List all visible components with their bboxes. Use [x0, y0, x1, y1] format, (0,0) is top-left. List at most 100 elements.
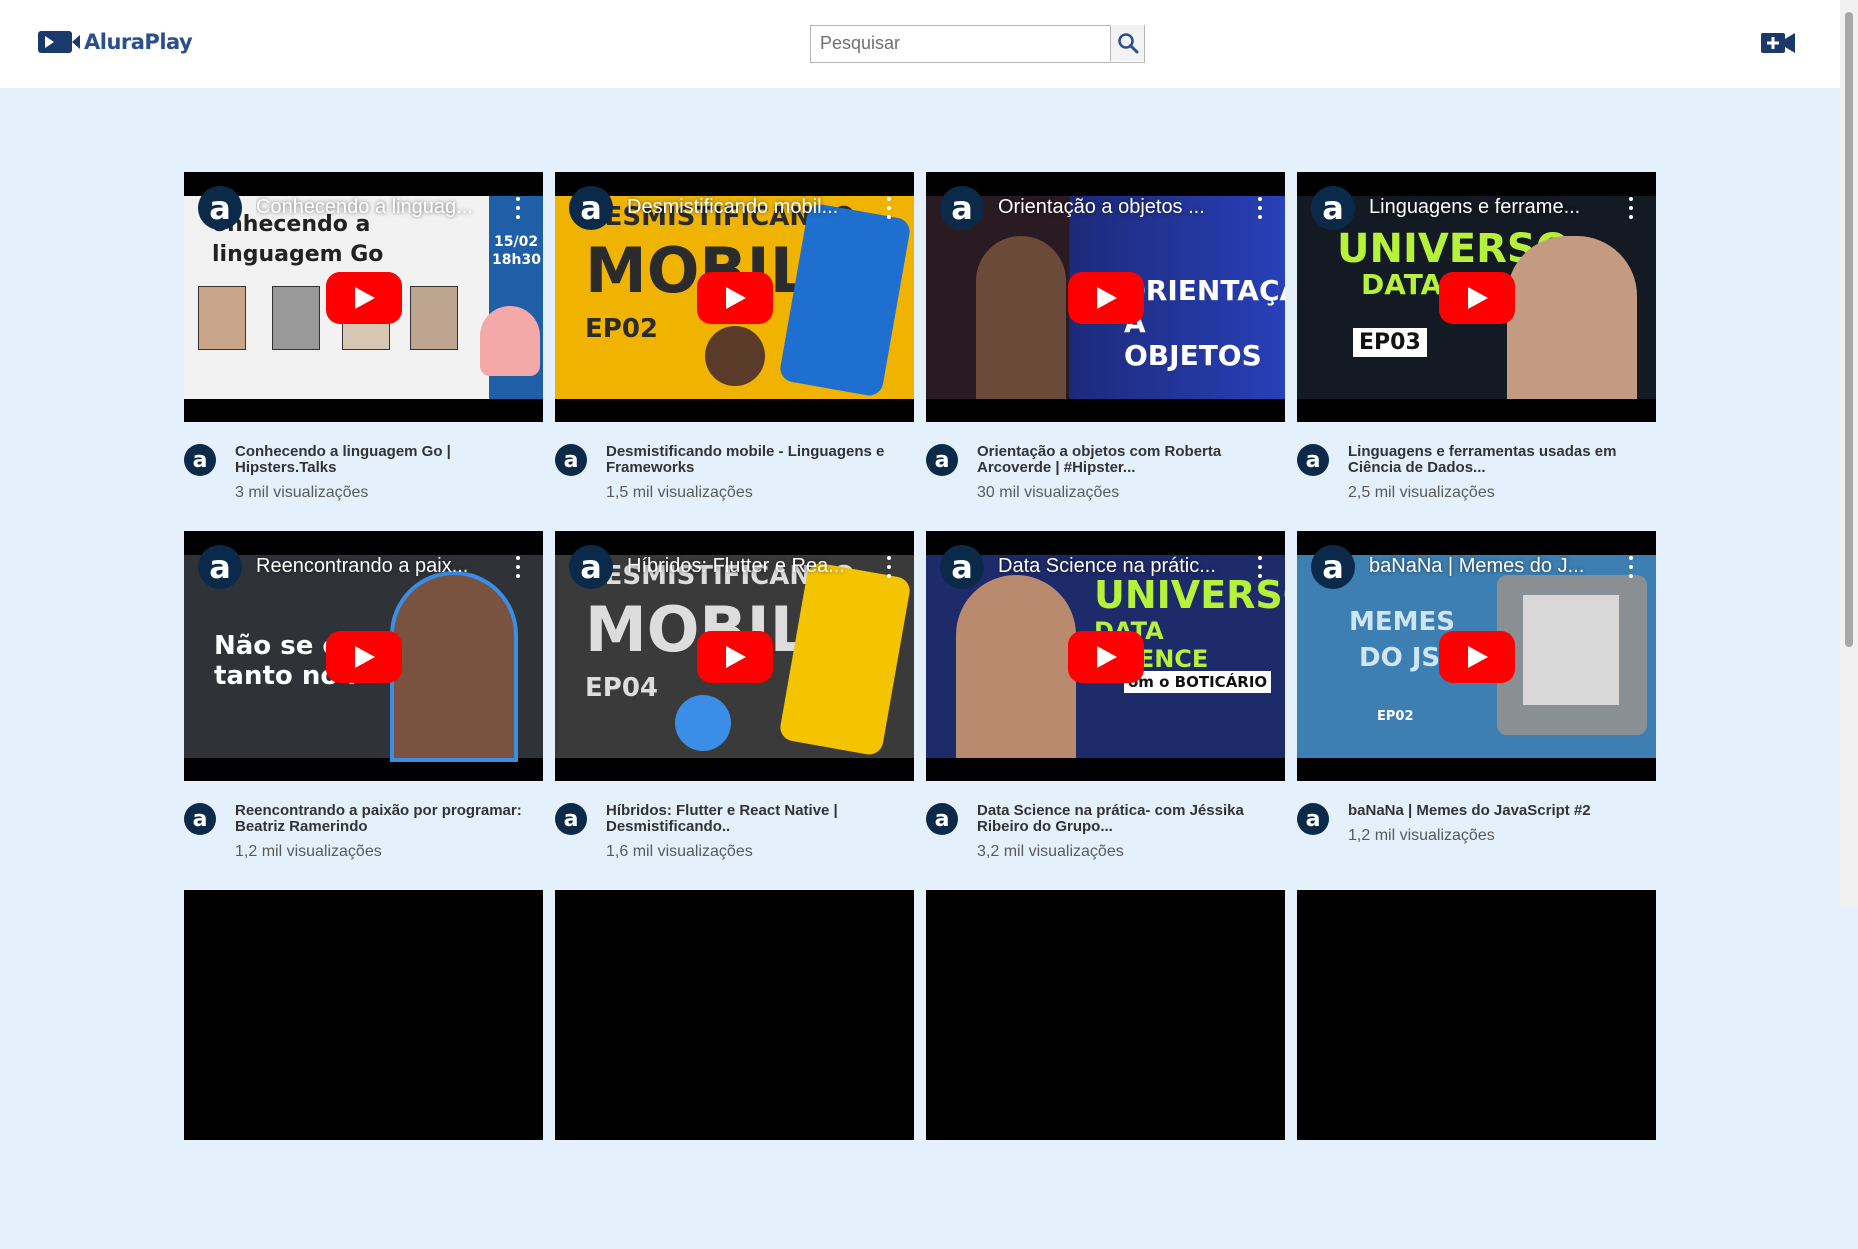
video-player[interactable]: [555, 890, 914, 1140]
video-meta: a Reencontrando a paixão por programar: …: [184, 803, 543, 861]
video-card: ORIENTAÇÃO A OBJETOS a Orientação a obje…: [926, 172, 1285, 531]
thumbnail-text: om o BOTICÁRIO: [1124, 671, 1272, 693]
channel-avatar-icon[interactable]: a: [569, 545, 613, 589]
search-bar: [810, 25, 1145, 63]
speaker-photo: [272, 286, 320, 350]
video-meta: a Conhecendo a linguagem Go | Hipsters.T…: [184, 444, 543, 502]
video-title[interactable]: Orientação a objetos com Roberta Arcover…: [977, 444, 1282, 476]
video-title[interactable]: Desmistificando mobile - Linguagens e Fr…: [606, 444, 911, 476]
play-button[interactable]: [1068, 272, 1144, 324]
channel-avatar-icon[interactable]: a: [198, 545, 242, 589]
channel-avatar-icon[interactable]: a: [184, 444, 216, 476]
channel-avatar-icon[interactable]: a: [1297, 444, 1329, 476]
video-card: [926, 890, 1285, 1249]
more-options-icon[interactable]: [886, 197, 892, 219]
speaker-photo: [394, 575, 514, 758]
video-player[interactable]: [926, 890, 1285, 1140]
video-card: DESMISTIFICANDO MOBILE EP02 a Desmistifi…: [555, 172, 914, 531]
search-button[interactable]: [1110, 25, 1144, 61]
play-button[interactable]: [697, 272, 773, 324]
channel-avatar-icon[interactable]: a: [569, 186, 613, 230]
embed-title[interactable]: Linguagens e ferrame...: [1369, 196, 1599, 219]
video-player[interactable]: [1297, 890, 1656, 1140]
more-options-icon[interactable]: [1628, 197, 1634, 219]
thumbnail-text: UNIVERSO: [1094, 573, 1285, 617]
video-player[interactable]: DESMISTIFICANDO MOBILE EP04 a Híbridos: …: [555, 531, 914, 781]
video-card: [184, 890, 543, 1249]
camera-lens-shape: [72, 35, 80, 49]
video-player[interactable]: MEMES DO JS EP02 a baNaNa | Memes do J..…: [1297, 531, 1656, 781]
video-player[interactable]: [184, 890, 543, 1140]
view-count: 1,2 mil visualizações: [1348, 827, 1495, 844]
video-card: UNIVERSO DATA SC EP03 a Linguagens e fer…: [1297, 172, 1656, 531]
video-meta: a Desmistificando mobile - Linguagens e …: [555, 444, 914, 502]
video-title[interactable]: Data Science na prática- com Jéssika Rib…: [977, 803, 1282, 835]
video-player[interactable]: Não se co tanto no i a Reencontrando a p…: [184, 531, 543, 781]
search-input[interactable]: [811, 26, 1111, 60]
video-meta: a baNaNa | Memes do JavaScript #2 1,2 mi…: [1297, 803, 1656, 845]
page-scrollbar[interactable]: [1840, 0, 1858, 907]
embed-title[interactable]: Desmistificando mobil...: [627, 196, 857, 219]
view-count: 2,5 mil visualizações: [1348, 484, 1495, 501]
play-button[interactable]: [326, 631, 402, 683]
video-title[interactable]: Linguagens e ferramentas usadas em Ciênc…: [1348, 444, 1653, 476]
play-button[interactable]: [1439, 631, 1515, 683]
speaker-photo: [410, 286, 458, 350]
video-player[interactable]: DESMISTIFICANDO MOBILE EP02 a Desmistifi…: [555, 172, 914, 422]
video-card: Não se co tanto no i a Reencontrando a p…: [184, 531, 543, 890]
speaker-photo: [1507, 236, 1637, 399]
add-video-icon[interactable]: [1761, 31, 1795, 55]
scrollbar-thumb[interactable]: [1845, 12, 1853, 647]
play-button[interactable]: [1439, 272, 1515, 324]
video-player[interactable]: UNIVERSO DATA SCIENCE om o BOTICÁRIO a D…: [926, 531, 1285, 781]
thumbnail-text: DO JS: [1359, 643, 1441, 673]
video-player[interactable]: UNIVERSO DATA SC EP03 a Linguagens e fer…: [1297, 172, 1656, 422]
view-count: 1,6 mil visualizações: [606, 843, 753, 860]
thumbnail-text: A OBJETOS: [1124, 306, 1262, 372]
channel-avatar-icon[interactable]: a: [555, 803, 587, 835]
video-title[interactable]: Híbridos: Flutter e React Native | Desmi…: [606, 803, 911, 835]
speaker-photo: [705, 326, 765, 386]
channel-avatar-icon[interactable]: a: [1311, 545, 1355, 589]
channel-avatar-icon[interactable]: a: [940, 186, 984, 230]
more-options-icon[interactable]: [515, 197, 521, 219]
embed-title[interactable]: Orientação a objetos ...: [998, 196, 1228, 219]
speaker-photo: [976, 236, 1066, 399]
embed-title[interactable]: Conhecendo a linguag...: [256, 196, 486, 219]
more-options-icon[interactable]: [1628, 556, 1634, 578]
thumbnail-text: MEMES: [1349, 607, 1455, 637]
embed-title[interactable]: Reencontrando a paix...: [256, 555, 486, 578]
channel-avatar-icon[interactable]: a: [940, 545, 984, 589]
channel-avatar-icon[interactable]: a: [1297, 803, 1329, 835]
video-meta: a Linguagens e ferramentas usadas em Ciê…: [1297, 444, 1656, 502]
thumbnail-text: EP03: [1353, 328, 1427, 357]
video-title[interactable]: Conhecendo a linguagem Go | Hipsters.Tal…: [235, 444, 540, 476]
video-player[interactable]: ORIENTAÇÃO A OBJETOS a Orientação a obje…: [926, 172, 1285, 422]
video-title[interactable]: Reencontrando a paixão por programar: Be…: [235, 803, 540, 835]
view-count: 1,2 mil visualizações: [235, 843, 382, 860]
embed-title[interactable]: baNaNa | Memes do J...: [1369, 555, 1599, 578]
more-options-icon[interactable]: [515, 556, 521, 578]
play-button[interactable]: [697, 631, 773, 683]
video-card: [1297, 890, 1656, 1249]
more-options-icon[interactable]: [886, 556, 892, 578]
channel-avatar-icon[interactable]: a: [926, 444, 958, 476]
channel-avatar-icon[interactable]: a: [926, 803, 958, 835]
more-options-icon[interactable]: [1257, 197, 1263, 219]
channel-avatar-icon[interactable]: a: [184, 803, 216, 835]
play-button[interactable]: [1068, 631, 1144, 683]
video-card: [555, 890, 914, 1249]
play-button[interactable]: [326, 272, 402, 324]
thumbnail-text: 15/02: [494, 234, 539, 250]
aluraplay-logo[interactable]: AluraPlay: [38, 30, 193, 54]
video-title[interactable]: baNaNa | Memes do JavaScript #2: [1348, 803, 1653, 819]
channel-avatar-icon[interactable]: a: [198, 186, 242, 230]
view-count: 3,2 mil visualizações: [977, 843, 1124, 860]
embed-title[interactable]: Híbridos: Flutter e Rea...: [627, 555, 857, 578]
embed-title[interactable]: Data Science na prátic...: [998, 555, 1228, 578]
channel-avatar-icon[interactable]: a: [1311, 186, 1355, 230]
more-options-icon[interactable]: [1257, 556, 1263, 578]
channel-avatar-icon[interactable]: a: [555, 444, 587, 476]
video-player[interactable]: onhecendo a linguagem Go 15/02 18h30 a C…: [184, 172, 543, 422]
thumbnail-text: 18h30: [492, 252, 541, 268]
